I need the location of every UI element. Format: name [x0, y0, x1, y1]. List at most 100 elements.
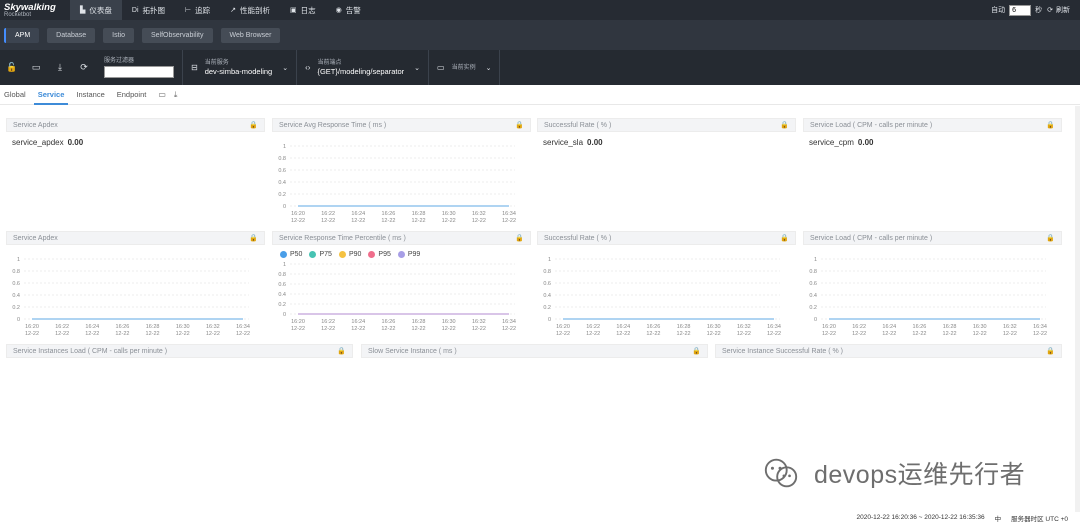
panel-service-load: Service Load ( CPM - calls per minute ) 🔒…	[803, 118, 1062, 226]
y-tick-label: 0.8	[543, 269, 551, 275]
x-tick-date: 12-22	[472, 218, 486, 224]
service-select-value: dev-simba-modeling	[204, 66, 273, 76]
lock-icon[interactable]: 🔓	[0, 50, 24, 85]
lock-icon[interactable]: 🔒	[1046, 234, 1055, 242]
y-tick-label: 0.2	[809, 305, 817, 311]
tab-1[interactable]: Service	[33, 85, 69, 105]
service-filter-label: 服务过滤器	[104, 58, 135, 64]
y-tick-label: 0.6	[543, 281, 551, 287]
service-filter: 服务过滤器	[96, 50, 182, 85]
y-tick-label: 1	[814, 257, 817, 263]
lock-icon[interactable]: 🔒	[692, 347, 701, 355]
tab-3[interactable]: Endpoint	[113, 85, 151, 105]
nav-label: 性能剖析	[240, 5, 270, 15]
layer-button-4[interactable]: Web Browser	[220, 27, 281, 43]
y-tick-label: 0.4	[278, 292, 286, 298]
y-tick-label: 1	[548, 257, 551, 263]
x-tick-label: 16:30	[442, 211, 456, 217]
nav-item-0[interactable]: ▙ 仪表盘	[70, 0, 122, 20]
instance-select[interactable]: ▭ 当前实例 ⌄	[428, 50, 501, 85]
layer-button-1[interactable]: Database	[47, 27, 96, 43]
reload-icon[interactable]: ⟳	[72, 50, 96, 85]
y-tick-label: 0.6	[278, 282, 286, 288]
chevron-down-icon: ⌄	[485, 64, 492, 72]
x-tick-label: 16:32	[472, 319, 486, 325]
nav-item-3[interactable]: ↗ 性能剖析	[220, 0, 280, 20]
service-filter-input[interactable]	[104, 66, 174, 78]
layer-button-3[interactable]: SelfObservability	[141, 27, 213, 43]
x-tick-date: 12-22	[616, 331, 630, 337]
y-tick-label: 0.4	[809, 293, 817, 299]
tab-0[interactable]: Global	[0, 85, 30, 105]
timezone-label[interactable]: 服务器时区 UTC +0	[1011, 513, 1068, 523]
x-tick-date: 12-22	[412, 326, 426, 332]
y-tick-label: 1	[17, 257, 20, 263]
time-range[interactable]: 2020-12-22 16:20:36 ~ 2020-12-22 16:35:3…	[856, 514, 984, 521]
x-tick-date: 12-22	[115, 331, 129, 337]
logo[interactable]: Skywalking Rocketbot	[0, 0, 70, 20]
legend-item-2[interactable]: P90	[338, 251, 361, 258]
code-icon: ‹›	[305, 63, 311, 72]
stat-service-sla: service_sla 0.00	[543, 138, 603, 147]
y-tick-label: 0.2	[12, 305, 20, 311]
x-tick-date: 12-22	[586, 331, 600, 337]
scrollbar[interactable]	[1075, 106, 1080, 512]
y-tick-label: 0.8	[278, 156, 286, 162]
lock-icon[interactable]: 🔒	[249, 121, 258, 129]
language-toggle[interactable]: 中	[995, 513, 1002, 523]
download-icon[interactable]: ⤓	[174, 90, 178, 100]
panel-slow-instance: Slow Service Instance ( ms ) 🔒	[361, 344, 708, 374]
legend-label: P75	[319, 251, 332, 258]
nav-item-4[interactable]: ▣ 日志	[280, 0, 326, 20]
lock-icon[interactable]: 🔒	[515, 234, 524, 242]
lock-icon[interactable]: 🔒	[515, 121, 524, 129]
lock-icon[interactable]: 🔒	[780, 121, 789, 129]
y-tick-label: 0.8	[278, 272, 286, 278]
x-tick-label: 16:30	[442, 319, 456, 325]
tab-2[interactable]: Instance	[72, 85, 108, 105]
panel-title: Service Apdex	[13, 234, 58, 242]
endpoint-select[interactable]: ‹› 当前端点 {GET}/modeling/separator ⌄	[296, 50, 428, 85]
x-tick-label: 16:26	[382, 319, 396, 325]
layer-button-2[interactable]: Istio	[103, 27, 134, 43]
panel-service-apdex-chart: Service Apdex 🔒 1 0.8 0.6 0.4 0.2 0 16:20 12-22 1…	[6, 231, 265, 339]
refresh-icon[interactable]: ⟳	[1047, 6, 1053, 14]
x-tick-label: 16:20	[291, 319, 305, 325]
legend-item-1[interactable]: P75	[309, 251, 332, 258]
download-icon[interactable]: ⤓	[48, 50, 72, 85]
lock-icon[interactable]: 🔒	[780, 234, 789, 242]
legend-item-4[interactable]: P99	[397, 251, 420, 258]
x-tick-date: 12-22	[321, 218, 335, 224]
y-tick-label: 0.2	[278, 192, 286, 198]
nav-item-1[interactable]: Di 拓扑图	[122, 0, 175, 20]
auto-label[interactable]: 自动	[991, 5, 1005, 15]
lock-icon[interactable]: 🔒	[337, 347, 346, 355]
panel-successful-rate: Successful Rate ( % ) 🔒 service_sla 0.00	[537, 118, 796, 226]
layer-button-0[interactable]: APM	[4, 27, 40, 43]
x-tick-date: 12-22	[502, 218, 516, 224]
refresh-interval-input[interactable]	[1009, 4, 1032, 16]
folder-icon[interactable]: ▭	[158, 90, 166, 99]
watermark: devops运维先行者	[762, 454, 1025, 492]
chart-service-load: 10.80.60.40.2016:2012-2216:2212-2216:241…	[809, 257, 1047, 337]
lock-icon[interactable]: 🔒	[249, 234, 258, 242]
legend-item-3[interactable]: P95	[368, 251, 391, 258]
legend-dot	[397, 251, 405, 258]
nav-item-2[interactable]: ⊢ 追踪	[175, 0, 220, 20]
x-tick-label: 16:24	[882, 324, 896, 330]
lock-icon[interactable]: 🔒	[1046, 347, 1055, 355]
nav-icon: ◉	[335, 7, 342, 14]
legend-item-0[interactable]: P50	[280, 251, 302, 258]
lock-icon[interactable]: 🔒	[1046, 121, 1055, 129]
stat-service-apdex: service_apdex 0.00	[12, 138, 84, 147]
folder-icon[interactable]: ▭	[24, 50, 48, 85]
legend-label: P95	[378, 251, 391, 258]
nav-item-5[interactable]: ◉ 告警	[326, 0, 371, 20]
service-select[interactable]: ⊟ 当前服务 dev-simba-modeling ⌄	[182, 50, 296, 85]
x-tick-label: 16:30	[176, 324, 190, 330]
refresh-label[interactable]: 刷新	[1056, 5, 1070, 15]
x-tick-label: 16:24	[351, 319, 365, 325]
x-tick-label: 16:32	[1003, 324, 1017, 330]
y-tick-label: 1	[283, 262, 286, 268]
x-tick-date: 12-22	[291, 326, 305, 332]
